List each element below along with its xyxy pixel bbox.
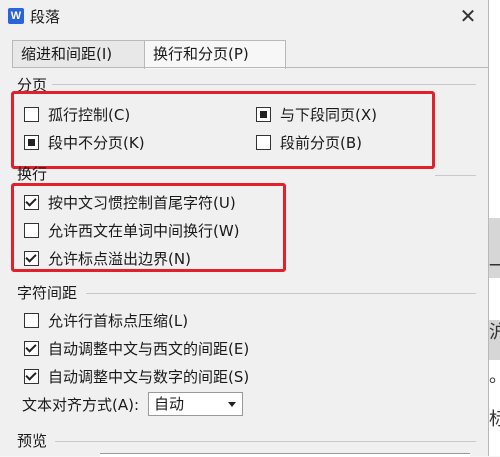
checkbox-word-wrap-western[interactable]: 允许西文在单词中间换行(W) xyxy=(24,220,240,241)
background-char: 沪 xyxy=(489,322,500,343)
checkbox-chinese-line-rules[interactable]: 按中文习惯控制首尾字符(U) xyxy=(24,192,236,213)
checkbox-widow-control[interactable]: 孤行控制(C) xyxy=(24,104,130,125)
tab-underline xyxy=(12,67,488,68)
section-label-char-spacing: 字符间距 xyxy=(17,284,78,302)
divider xyxy=(86,293,476,294)
checkbox-label: 允许西文在单词中间换行(W) xyxy=(48,222,240,240)
checkbox-hanging-punctuation[interactable]: 允许标点溢出边界(N) xyxy=(24,248,191,269)
checkbox-box[interactable] xyxy=(24,135,39,150)
paragraph-dialog: W 段落 ✕ 缩进和间距(I) 换行和分页(P) 分页 孤行控制(C) 与下段同… xyxy=(0,0,489,457)
close-icon[interactable]: ✕ xyxy=(456,4,480,28)
highlight-box-pagination xyxy=(11,91,435,169)
checkbox-label: 自动调整中文与数字的间距(S) xyxy=(48,368,250,386)
checkbox-label: 允许标点溢出边界(N) xyxy=(48,250,191,268)
checkbox-box[interactable] xyxy=(24,107,39,122)
background-char: 一 xyxy=(489,256,500,277)
divider xyxy=(55,441,476,442)
checkbox-box[interactable] xyxy=(24,223,39,238)
checkbox-label: 段中不分页(K) xyxy=(48,134,145,152)
checkbox-auto-space-cjk-digits[interactable]: 自动调整中文与数字的间距(S) xyxy=(24,366,249,387)
section-label-pagination: 分页 xyxy=(17,76,48,94)
background-char: 标 xyxy=(489,409,500,430)
section-label-preview: 预览 xyxy=(17,432,48,450)
checkbox-box[interactable] xyxy=(256,135,271,150)
checkbox-box[interactable] xyxy=(24,369,39,384)
divider xyxy=(435,175,476,176)
title-bar: W 段落 ✕ xyxy=(0,0,488,32)
checkbox-box[interactable] xyxy=(24,341,39,356)
select-value: 自动 xyxy=(154,395,185,413)
checkbox-keep-with-next[interactable]: 与下段同页(X) xyxy=(256,104,377,125)
tab-line-page-break[interactable]: 换行和分页(P) xyxy=(144,40,286,69)
section-label-line-break: 换行 xyxy=(17,165,48,183)
checkbox-box[interactable] xyxy=(24,313,39,328)
dialog-title: 段落 xyxy=(30,8,61,26)
tab-indent-spacing[interactable]: 缩进和间距(I) xyxy=(12,40,148,68)
checkbox-label: 段前分页(B) xyxy=(280,134,362,152)
text-alignment-label: 文本对齐方式(A): xyxy=(22,396,140,414)
checkbox-label: 与下段同页(X) xyxy=(280,106,377,124)
checkbox-box[interactable] xyxy=(24,195,39,210)
background-char: 。 xyxy=(489,362,500,388)
checkbox-label: 孤行控制(C) xyxy=(48,106,131,124)
text-alignment-select[interactable]: 自动 xyxy=(148,392,243,416)
preview-area xyxy=(100,453,470,457)
checkbox-box[interactable] xyxy=(256,107,271,122)
chevron-down-icon[interactable] xyxy=(228,402,236,407)
wps-writer-icon: W xyxy=(8,8,24,24)
checkbox-box[interactable] xyxy=(24,251,39,266)
checkbox-label: 按中文习惯控制首尾字符(U) xyxy=(48,194,236,212)
checkbox-page-break-before[interactable]: 段前分页(B) xyxy=(256,132,362,153)
checkbox-auto-space-cjk-latin[interactable]: 自动调整中文与西文的间距(E) xyxy=(24,338,249,359)
divider xyxy=(52,84,476,85)
checkbox-keep-lines-together[interactable]: 段中不分页(K) xyxy=(24,132,145,153)
checkbox-label: 自动调整中文与西文的间距(E) xyxy=(48,340,250,358)
checkbox-label: 允许行首标点压缩(L) xyxy=(48,312,189,330)
checkbox-compress-leading-punctuation[interactable]: 允许行首标点压缩(L) xyxy=(24,310,188,331)
